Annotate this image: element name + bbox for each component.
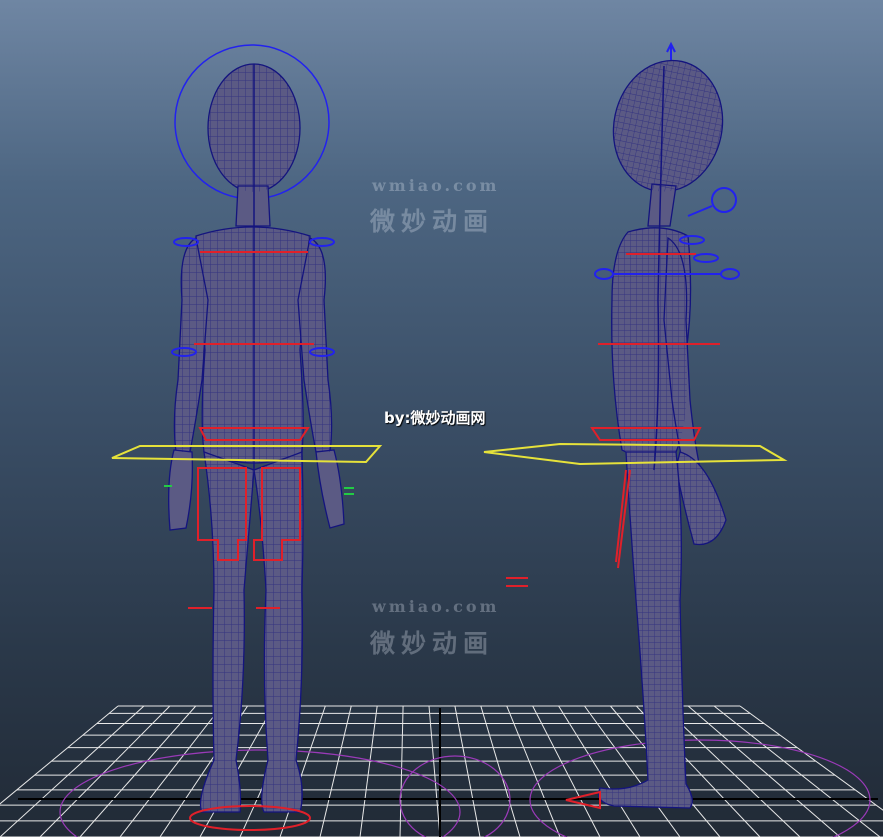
grid-line bbox=[739, 705, 883, 811]
watermark-url-bottom: wmiao.com bbox=[372, 597, 500, 616]
grid-line bbox=[39, 705, 171, 837]
watermark-url-top: wmiao.com bbox=[372, 176, 500, 195]
watermark-cn-bottom: 微妙动画 bbox=[370, 629, 495, 658]
ground-grid bbox=[0, 705, 883, 837]
grid-line bbox=[0, 705, 145, 837]
grid-line bbox=[506, 705, 561, 837]
front-character[interactable] bbox=[111, 44, 383, 831]
ground-axis bbox=[18, 708, 878, 837]
grid-line bbox=[359, 705, 378, 837]
side-wireframe-overlay bbox=[598, 60, 726, 808]
grid-line bbox=[319, 705, 352, 837]
grid-line bbox=[119, 705, 223, 837]
grid-line bbox=[687, 705, 841, 837]
maya-viewport[interactable]: wmiao.com 微妙动画 wmiao.com 微妙动画 by:微妙动画网 bbox=[0, 0, 883, 837]
side-character[interactable] bbox=[483, 41, 788, 810]
grid-line bbox=[532, 705, 601, 837]
grid-line bbox=[79, 705, 197, 837]
watermark-cn-top: 微妙动画 bbox=[370, 207, 495, 236]
credit-label: by:微妙动画网 bbox=[384, 409, 486, 427]
grid-line bbox=[713, 705, 881, 837]
side-eye-control bbox=[687, 187, 737, 217]
grid-line bbox=[399, 705, 404, 837]
grid-line bbox=[428, 705, 441, 837]
grid-line bbox=[480, 705, 521, 837]
